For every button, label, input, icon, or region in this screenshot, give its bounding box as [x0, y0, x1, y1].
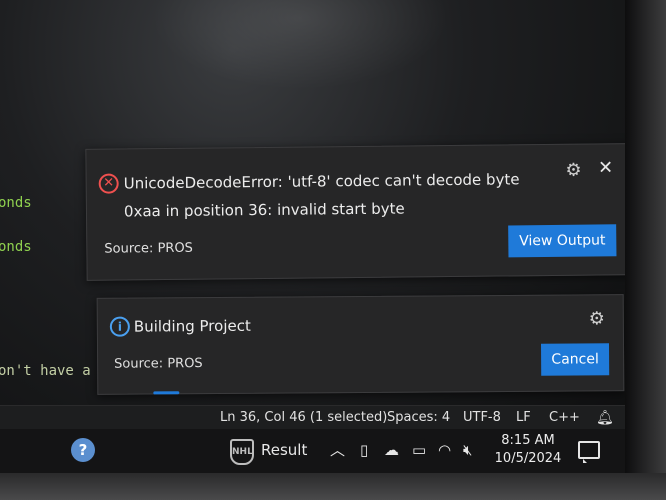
notification-icon[interactable]	[578, 441, 600, 463]
error-message: UnicodeDecodeError: 'utf-8' codec can't …	[123, 170, 520, 221]
monitor-bezel	[0, 473, 666, 500]
taskbar-result-label[interactable]: Result	[261, 441, 307, 459]
volume-muted-icon[interactable]: 🔇︎	[463, 441, 472, 459]
cloud-icon[interactable]: ☁	[384, 441, 399, 459]
editor-code-fragment: onds	[0, 239, 32, 255]
error-circle-icon: ✕	[98, 173, 119, 194]
bell-icon[interactable]: 🔔︎	[596, 410, 614, 426]
status-encoding[interactable]: UTF-8	[463, 410, 501, 425]
battery-icon[interactable]: ▭	[412, 441, 426, 459]
info-title: Building Project	[133, 316, 251, 336]
error-notification: ✕ UnicodeDecodeError: 'utf-8' codec can'…	[85, 143, 633, 281]
status-eol[interactable]: LF	[516, 410, 531, 425]
help-icon[interactable]: ?	[71, 438, 95, 462]
gear-icon[interactable]: ⚙	[588, 308, 606, 329]
progress-indicator	[153, 391, 180, 395]
gear-icon[interactable]: ⚙	[564, 160, 582, 181]
status-bar: Ln 36, Col 46 (1 selected) Spaces: 4 UTF…	[0, 405, 640, 430]
clock-date[interactable]: 10/5/2024	[494, 451, 562, 466]
monitor-bezel	[625, 0, 666, 500]
status-indentation[interactable]: Spaces: 4	[387, 410, 450, 425]
screen: onds onds on't have a so ✕ UnicodeDecode…	[0, 0, 666, 500]
phone-link-icon[interactable]: ▯	[360, 441, 368, 459]
wifi-icon[interactable]: ◠	[438, 441, 451, 459]
notification-source: Source: PROS	[104, 240, 193, 257]
nhl-logo-icon[interactable]: NHL	[230, 439, 254, 465]
taskbar: ? NHL Result ︿ ▯ ☁ ▭ ◠ 🔇︎ 8:15 AM 10/5/2…	[0, 429, 625, 473]
notification-source: Source: PROS	[114, 356, 203, 372]
info-circle-icon: i	[109, 316, 130, 337]
view-output-button[interactable]: View Output	[508, 224, 617, 258]
info-notification: i Building Project ⚙ Source: PROS Cancel	[96, 294, 625, 395]
chevron-up-icon[interactable]: ︿	[330, 441, 345, 459]
close-icon[interactable]: ✕	[596, 157, 614, 178]
screen-glare	[150, 0, 450, 90]
status-cursor-position[interactable]: Ln 36, Col 46 (1 selected)	[220, 410, 387, 425]
editor-code-fragment: onds	[0, 195, 32, 211]
clock-time[interactable]: 8:15 AM	[500, 433, 556, 448]
status-language[interactable]: C++	[549, 410, 580, 425]
cancel-button[interactable]: Cancel	[540, 343, 610, 376]
